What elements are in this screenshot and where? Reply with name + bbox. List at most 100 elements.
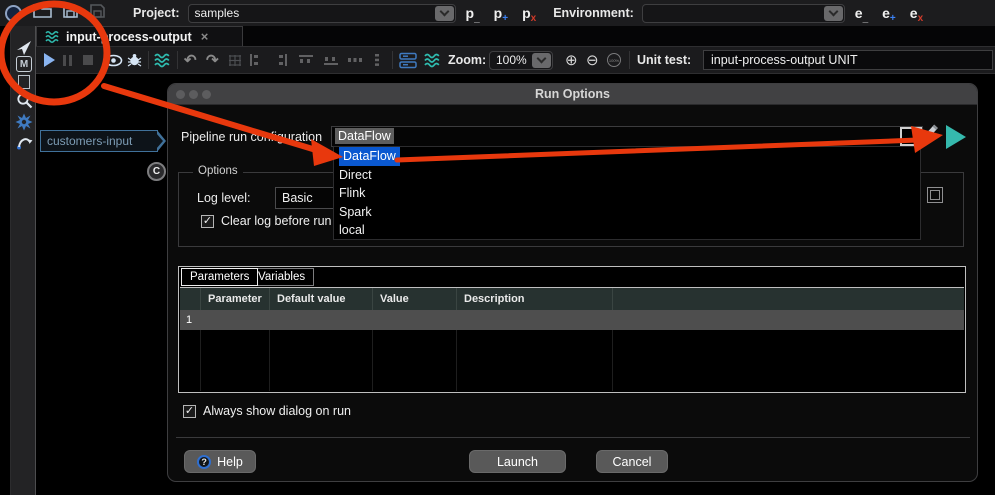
pipeline-waves-icon[interactable] <box>424 47 442 73</box>
pipeline-config-label: Pipeline run configuration <box>181 130 322 144</box>
project-select[interactable]: samples <box>188 4 456 23</box>
always-show-label: Always show dialog on run <box>203 404 351 418</box>
col-default-value[interactable]: Default value <box>269 288 372 310</box>
clear-log-label: Clear log before run <box>221 214 331 228</box>
perspectives-sidebar: M <box>10 26 36 495</box>
parameters-tabfolder: Parameters Variables Parameter Default v… <box>178 266 966 393</box>
dropdown-option-dataflow[interactable]: DataFlow <box>334 147 920 166</box>
align-top-icon[interactable] <box>298 47 314 73</box>
align-bottom-icon[interactable] <box>323 47 339 73</box>
app-window: Project: samples p_ p+ px Environment: e… <box>0 0 995 495</box>
checkbox-checked-icon: ✓ <box>183 405 196 418</box>
save-icon[interactable] <box>62 3 79 24</box>
col-value[interactable]: Value <box>372 288 456 310</box>
search-icon[interactable] <box>11 92 37 109</box>
zoom-100-icon[interactable]: 100% <box>607 47 621 73</box>
edit-environment-icon[interactable]: e_ <box>855 5 868 21</box>
hop-arrow-icon[interactable] <box>11 134 37 151</box>
distribute-vertical-icon[interactable] <box>372 47 382 73</box>
launch-button[interactable]: Launch <box>469 450 566 473</box>
launch-button-label: Launch <box>497 455 538 469</box>
hop-logo-icon[interactable] <box>5 5 22 22</box>
tab-bar: input-process-output × <box>36 26 995 46</box>
zoom-value: 100% <box>496 53 527 67</box>
open-file-icon[interactable] <box>33 3 52 24</box>
unit-test-value: input-process-output UNIT <box>703 50 993 70</box>
pause-button[interactable] <box>63 47 72 73</box>
project-label: Project: <box>133 6 180 20</box>
cancel-button-label: Cancel <box>613 455 652 469</box>
clear-log-checkbox[interactable]: ✓ Clear log before run <box>201 214 331 228</box>
delete-project-icon[interactable]: px <box>522 5 536 21</box>
save-as-icon[interactable] <box>89 3 106 24</box>
tab-title: input-process-output <box>66 30 192 44</box>
show-execution-results-icon[interactable] <box>399 47 417 73</box>
table-header: Parameter Default value Value Descriptio… <box>180 288 964 310</box>
dropdown-option-direct[interactable]: Direct <box>334 166 920 185</box>
edit-metadata-pencil-icon[interactable] <box>920 122 940 149</box>
dropdown-option-local[interactable]: local <box>334 221 920 240</box>
config-dropdown-popup: DataFlow Direct Flink Spark local <box>333 146 921 240</box>
undo-icon[interactable]: ↶ <box>184 47 197 73</box>
log-level-value: Basic <box>282 191 313 205</box>
delete-environment-icon[interactable]: ex <box>910 5 923 21</box>
tab-parameters[interactable]: Parameters <box>181 268 258 286</box>
distribute-horizontal-icon[interactable] <box>347 47 363 73</box>
help-icon: ? <box>197 455 211 469</box>
align-right-icon[interactable] <box>278 47 288 73</box>
unit-test-field[interactable]: input-process-output UNIT <box>703 47 993 73</box>
zoom-select[interactable]: 100% <box>489 47 553 73</box>
cancel-button[interactable]: Cancel <box>596 450 668 473</box>
always-show-checkbox[interactable]: ✓ Always show dialog on run <box>183 404 351 418</box>
combo-drop-button[interactable] <box>900 127 922 146</box>
chevron-down-icon[interactable] <box>532 53 551 68</box>
debug-bug-icon[interactable] <box>127 47 142 73</box>
edit-project-icon[interactable]: p_ <box>466 5 480 21</box>
log-level-label: Log level: <box>197 191 251 205</box>
col-description[interactable]: Description <box>456 288 612 310</box>
dropdown-option-flink[interactable]: Flink <box>334 184 920 203</box>
pipeline-config-combo[interactable]: DataFlow <box>331 126 923 147</box>
snap-grid-icon[interactable] <box>228 47 242 73</box>
stop-button[interactable] <box>83 47 93 73</box>
chevron-down-icon[interactable] <box>824 6 843 21</box>
unit-test-label: Unit test: <box>637 47 691 73</box>
zoom-label: Zoom: <box>448 47 486 73</box>
align-left-icon[interactable] <box>249 47 259 73</box>
close-icon[interactable]: × <box>201 29 209 44</box>
table-row[interactable]: 1 <box>180 310 964 330</box>
run-button[interactable] <box>44 47 55 73</box>
pipeline-waves-icon[interactable] <box>154 47 172 73</box>
divider <box>176 437 970 438</box>
pipeline-config-value: DataFlow <box>335 128 394 144</box>
dialog-header[interactable]: Run Options <box>168 84 977 105</box>
tab-input-process-output[interactable]: input-process-output × <box>36 26 243 46</box>
environment-label: Environment: <box>553 6 634 20</box>
transform-customers-input[interactable]: customers-input <box>40 130 158 152</box>
preview-eye-icon[interactable] <box>104 47 123 73</box>
plugins-icon[interactable] <box>11 113 37 131</box>
col-parameter[interactable]: Parameter <box>200 288 269 310</box>
dropdown-option-spark[interactable]: Spark <box>334 203 920 222</box>
right-option-checkbox[interactable] <box>927 187 943 203</box>
environment-select[interactable] <box>642 4 845 23</box>
file-explorer-icon[interactable] <box>11 75 37 89</box>
add-environment-icon[interactable]: e+ <box>882 5 896 21</box>
parameters-table: Parameter Default value Value Descriptio… <box>180 287 964 391</box>
transform-label: customers-input <box>47 134 132 148</box>
zoom-out-icon[interactable]: ⊖ <box>586 47 599 73</box>
data-orchestration-pointer-icon[interactable] <box>11 40 37 56</box>
metadata-icon[interactable]: M <box>11 56 37 72</box>
help-button[interactable]: ? Help <box>184 450 256 473</box>
pipeline-waves-icon <box>45 30 61 44</box>
help-button-label: Help <box>217 455 243 469</box>
dialog-title: Run Options <box>168 87 977 101</box>
tab-variables[interactable]: Variables <box>249 268 314 286</box>
chevron-down-icon[interactable] <box>435 6 454 21</box>
run-play-icon[interactable] <box>946 125 966 149</box>
zoom-in-icon[interactable]: ⊕ <box>565 47 578 73</box>
options-group-label: Options <box>193 165 243 177</box>
redo-icon[interactable]: ↷ <box>206 47 219 73</box>
project-value: samples <box>195 6 240 20</box>
add-project-icon[interactable]: p+ <box>494 5 508 21</box>
